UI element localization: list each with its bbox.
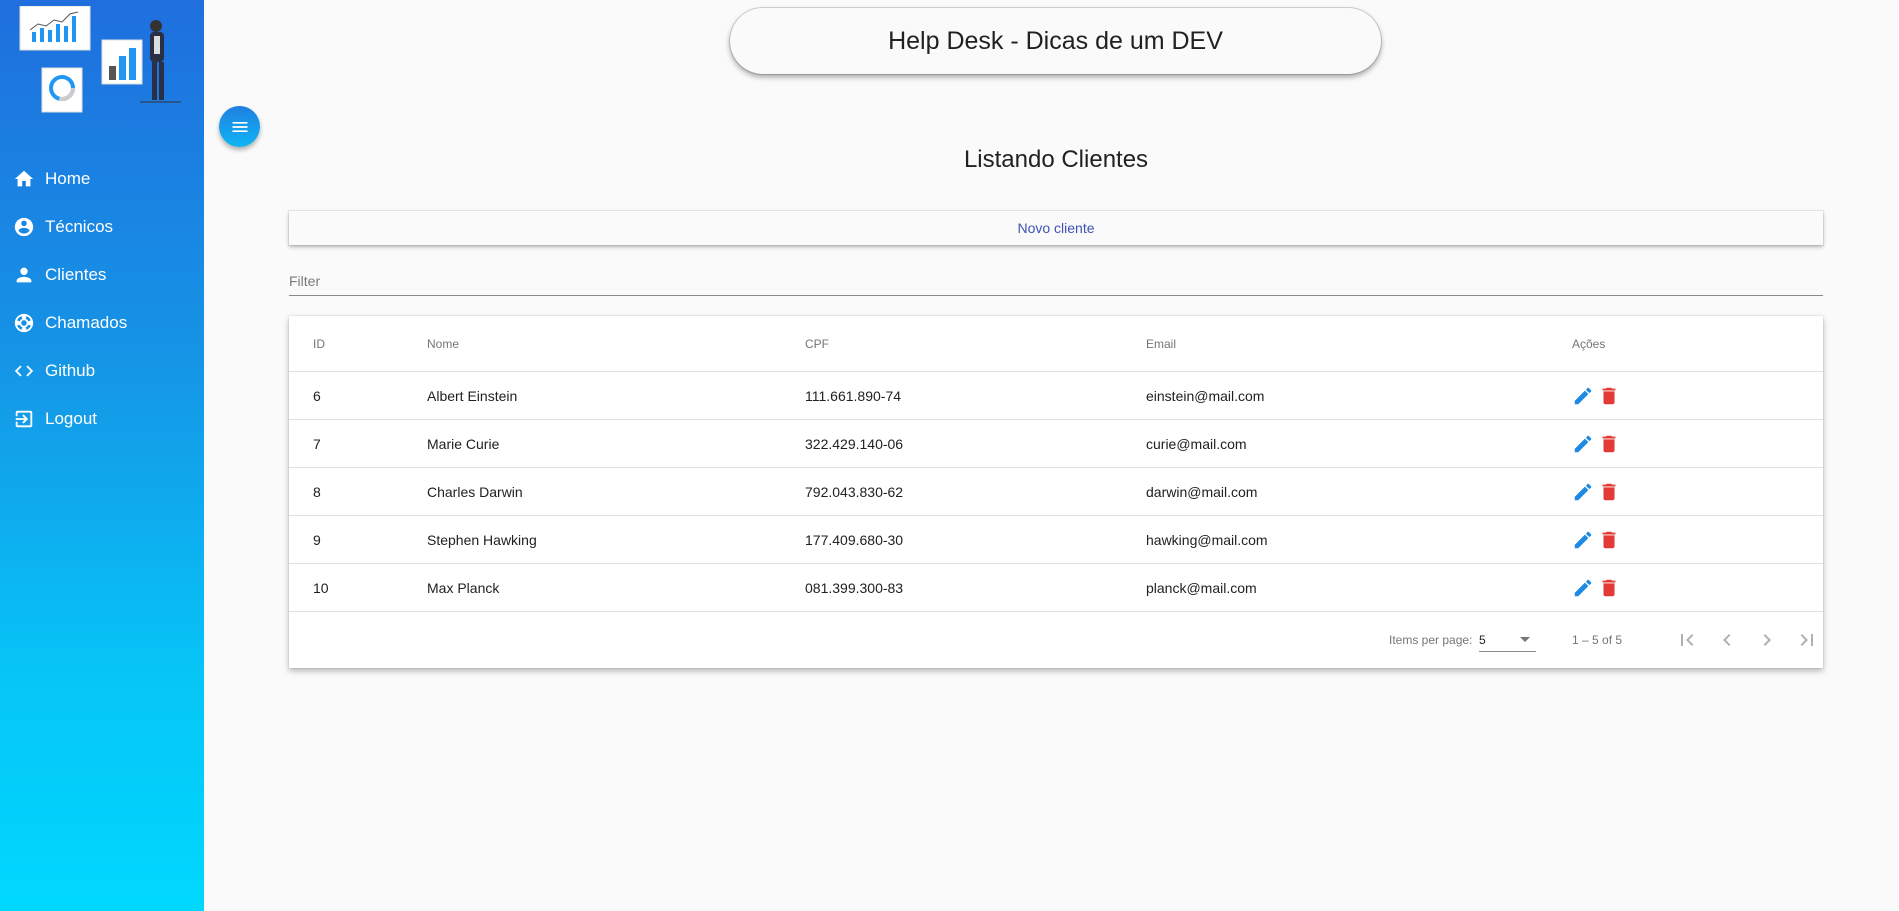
app-title: Help Desk - Dicas de um DEV [888, 26, 1223, 55]
delete-icon[interactable] [1598, 385, 1620, 407]
cell-id: 6 [313, 387, 321, 404]
clients-table: ID Nome CPF Email Ações 6 Albert Einstei… [289, 316, 1823, 668]
delete-icon[interactable] [1598, 481, 1620, 503]
app-header: Help Desk - Dicas de um DEV [730, 8, 1381, 74]
sidebar-item-label: Home [45, 169, 91, 188]
items-per-page-select[interactable]: 5 [1479, 628, 1536, 652]
delete-icon[interactable] [1598, 433, 1620, 455]
edit-icon[interactable] [1572, 433, 1594, 455]
row-actions [1572, 385, 1620, 407]
table-row: 8 Charles Darwin 792.043.830-62 darwin@m… [289, 468, 1823, 516]
cell-email: einstein@mail.com [1146, 387, 1265, 404]
page-title: Listando Clientes [963, 146, 1149, 173]
sidebar-item-label: Github [45, 361, 96, 380]
edit-icon[interactable] [1572, 385, 1594, 407]
lifebuoy-icon [12, 311, 36, 335]
logout-icon [12, 407, 36, 431]
items-per-page-label: Items per page: [1389, 633, 1473, 647]
chevron-left-icon [1723, 634, 1731, 646]
table-row: 7 Marie Curie 322.429.140-06 curie@mail.… [289, 420, 1823, 468]
filter-input[interactable] [289, 268, 1823, 294]
sidebar-item-github[interactable]: Github [0, 347, 204, 395]
row-actions [1572, 577, 1620, 599]
chevron-right-icon [1763, 634, 1771, 646]
column-header-email: Email [1146, 336, 1177, 351]
cell-cpf: 081.399.300-83 [805, 579, 904, 596]
page-range-label: 1 – 5 of 5 [1572, 633, 1623, 647]
cell-cpf: 177.409.680-30 [805, 531, 904, 548]
column-header-id: ID [313, 336, 325, 351]
next-page-button[interactable] [1753, 626, 1781, 654]
sidebar-item-label: Técnicos [45, 217, 114, 236]
sidebar-item-label: Clientes [45, 265, 107, 284]
cell-id: 7 [313, 435, 321, 452]
account-circle-icon [12, 215, 36, 239]
table-row: 6 Albert Einstein 111.661.890-74 einstei… [289, 372, 1823, 420]
cell-cpf: 322.429.140-06 [805, 435, 904, 452]
cell-nome: Marie Curie [427, 435, 500, 452]
cell-id: 10 [313, 579, 329, 596]
sidebar-nav: Home Técnicos Clientes Chamados Github L… [0, 155, 204, 443]
code-icon [12, 359, 36, 383]
column-header-acoes: Ações [1572, 336, 1606, 351]
sidebar-item-clientes[interactable]: Clientes [0, 251, 204, 299]
sidebar-item-label: Logout [45, 409, 97, 428]
menu-toggle-button[interactable] [219, 106, 260, 147]
cell-cpf: 792.043.830-62 [805, 483, 904, 500]
first-page-icon [1681, 634, 1694, 646]
items-per-page-value: 5 [1479, 632, 1486, 647]
sidebar-item-home[interactable]: Home [0, 155, 204, 203]
column-header-cpf: CPF [805, 336, 829, 351]
edit-icon[interactable] [1572, 529, 1594, 551]
dropdown-arrow-icon [1520, 637, 1530, 642]
last-page-button[interactable] [1793, 626, 1821, 654]
cell-nome: Charles Darwin [427, 483, 523, 500]
paginator: Items per page: 5 1 – 5 of 5 [289, 612, 1823, 668]
cell-id: 8 [313, 483, 321, 500]
cell-email: planck@mail.com [1146, 579, 1257, 596]
previous-page-button[interactable] [1713, 626, 1741, 654]
delete-icon[interactable] [1598, 577, 1620, 599]
column-header-nome: Nome [427, 336, 460, 351]
last-page-icon [1800, 634, 1813, 646]
cell-nome: Stephen Hawking [427, 531, 537, 548]
cell-email: darwin@mail.com [1146, 483, 1258, 500]
table-header-row: ID Nome CPF Email Ações [289, 316, 1823, 372]
person-icon [12, 263, 36, 287]
filter-field [289, 268, 1823, 296]
row-actions [1572, 529, 1620, 551]
menu-icon [232, 121, 247, 132]
sidebar-item-tecnicos[interactable]: Técnicos [0, 203, 204, 251]
sidebar-item-label: Chamados [45, 313, 128, 332]
new-client-button[interactable]: Novo cliente [289, 211, 1823, 245]
sidebar-item-chamados[interactable]: Chamados [0, 299, 204, 347]
row-actions [1572, 433, 1620, 455]
sidebar-item-logout[interactable]: Logout [0, 395, 204, 443]
table-row: 10 Max Planck 081.399.300-83 planck@mail… [289, 564, 1823, 612]
first-page-button[interactable] [1673, 626, 1701, 654]
edit-icon[interactable] [1572, 481, 1594, 503]
dashboard-illustration [19, 6, 181, 113]
cell-id: 9 [313, 531, 321, 548]
table-row: 9 Stephen Hawking 177.409.680-30 hawking… [289, 516, 1823, 564]
cell-nome: Albert Einstein [427, 387, 518, 404]
home-icon [12, 167, 36, 191]
sidebar: Home Técnicos Clientes Chamados Github L… [0, 0, 204, 911]
delete-icon[interactable] [1598, 529, 1620, 551]
edit-icon[interactable] [1572, 577, 1594, 599]
cell-email: hawking@mail.com [1146, 531, 1268, 548]
cell-cpf: 111.661.890-74 [805, 387, 902, 404]
row-actions [1572, 481, 1620, 503]
cell-nome: Max Planck [427, 579, 500, 596]
cell-email: curie@mail.com [1146, 435, 1247, 452]
